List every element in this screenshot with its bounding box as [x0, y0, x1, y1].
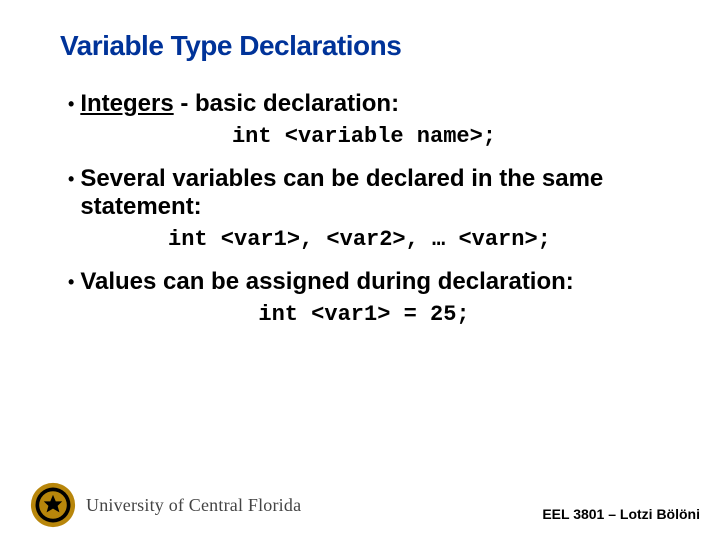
course-info: EEL 3801 – Lotzi Bölöni — [542, 506, 700, 528]
slide: Variable Type Declarations • Integers - … — [0, 0, 720, 540]
code-snippet: int <var1>, <var2>, … <varn>; — [68, 227, 660, 252]
code-snippet: int <variable name>; — [68, 124, 660, 149]
logo-area: University of Central Florida — [30, 482, 301, 528]
footer: University of Central Florida EEL 3801 –… — [0, 482, 720, 528]
code-snippet: int <var1> = 25; — [68, 302, 660, 327]
bullet-item: • Values can be assigned during declarat… — [68, 268, 660, 296]
page-title: Variable Type Declarations — [60, 30, 660, 62]
university-name: University of Central Florida — [86, 495, 301, 516]
ucf-seal-icon — [30, 482, 76, 528]
underlined-term: Integers — [80, 90, 173, 117]
bullet-text: Values can be assigned during declaratio… — [80, 268, 573, 296]
bullet-rest: - basic declaration: — [174, 90, 399, 117]
bullet-text: Several variables can be declared in the… — [80, 165, 660, 221]
bullet-item: • Several variables can be declared in t… — [68, 165, 660, 221]
bullet-icon: • — [68, 90, 74, 118]
bullet-icon: • — [68, 268, 74, 296]
bullet-icon: • — [68, 165, 74, 193]
bullet-text: Integers - basic declaration: — [80, 90, 399, 118]
content-area: • Integers - basic declaration: int <var… — [60, 90, 660, 327]
bullet-item: • Integers - basic declaration: — [68, 90, 660, 118]
